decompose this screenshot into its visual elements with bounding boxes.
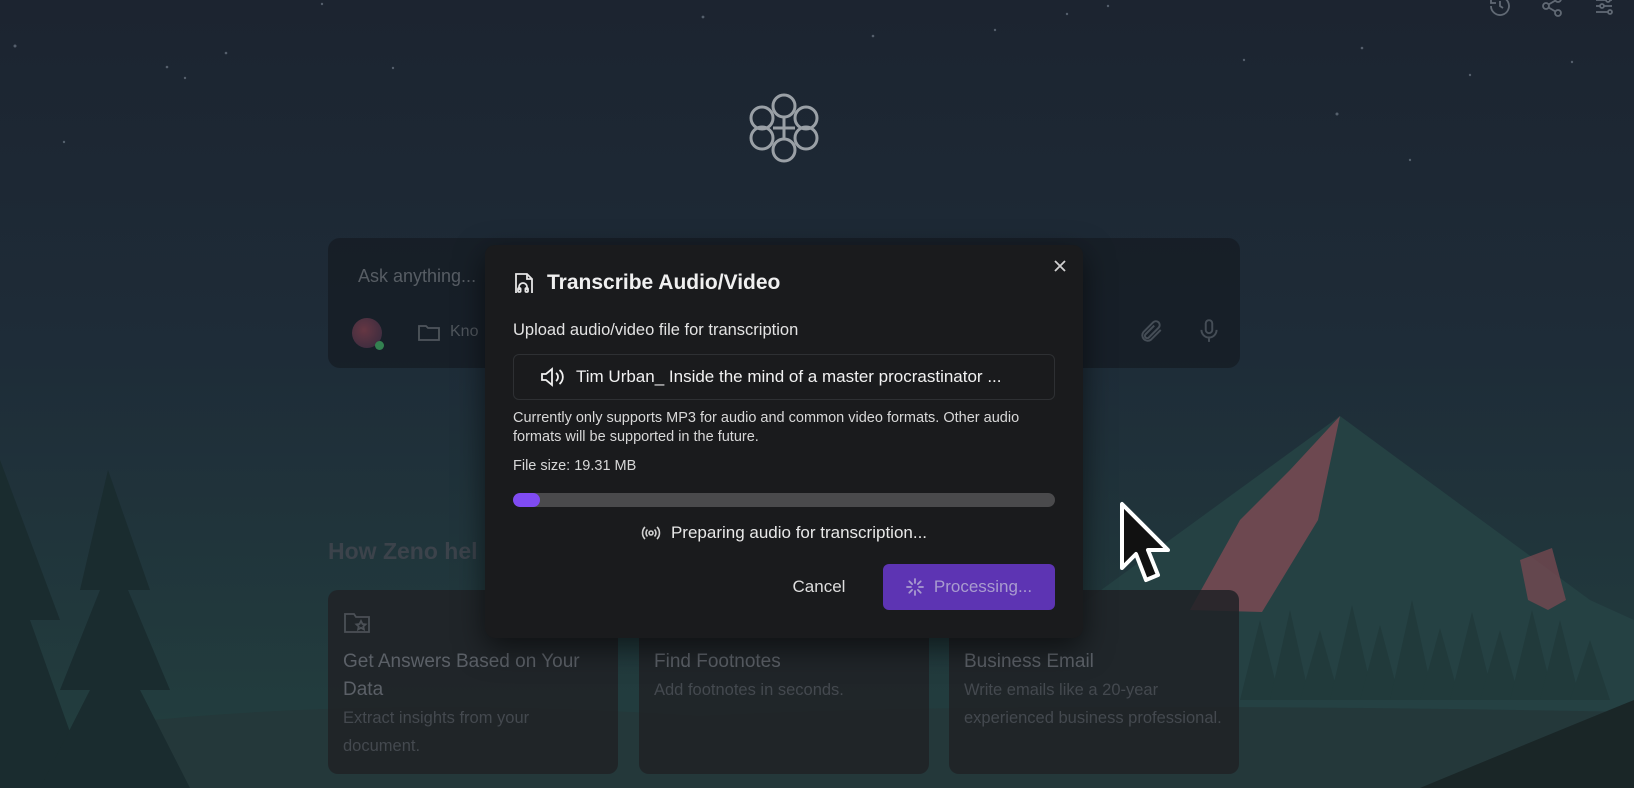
card-title: Business Email: [964, 651, 1094, 672]
zeno-logo: [740, 92, 828, 164]
folder-icon: [418, 325, 440, 341]
file-size: File size: 19.31 MB: [513, 458, 637, 474]
spinner-icon: [905, 578, 924, 596]
transcribe-dialog: Transcribe Audio/Video Upload audio/vide…: [485, 245, 1083, 638]
file-audio-icon: [513, 271, 535, 295]
speaker-icon: [540, 366, 566, 388]
progress-bar: [513, 493, 1055, 507]
progress-fill: [513, 493, 541, 507]
online-indicator: [375, 341, 384, 350]
close-button[interactable]: [1047, 253, 1073, 279]
share-icon[interactable]: [1540, 0, 1564, 18]
knowledge-button[interactable]: Kno: [418, 322, 478, 342]
mouse-cursor-icon: [1118, 500, 1176, 590]
knowledge-label: Kno: [450, 323, 479, 340]
processing-label: Processing...: [933, 577, 1033, 596]
broadcast-icon: [641, 523, 661, 543]
model-avatar[interactable]: [352, 318, 384, 350]
cancel-button[interactable]: Cancel: [773, 564, 865, 610]
selected-file[interactable]: Tim Urban_ Inside the mind of a master p…: [513, 354, 1055, 400]
microphone-icon[interactable]: [1196, 318, 1222, 344]
dialog-subtitle: Upload audio/video file for transcriptio…: [513, 321, 799, 339]
status-row: Preparing audio for transcription...: [485, 523, 1083, 543]
chat-input[interactable]: Ask anything...: [358, 266, 476, 287]
dialog-header: Transcribe Audio/Video: [513, 271, 780, 295]
file-name: Tim Urban_ Inside the mind of a master p…: [576, 367, 1002, 386]
card-description: Write emails like a 20-year experienced …: [964, 681, 1222, 727]
folder-star-icon: [343, 608, 371, 636]
card-description: Add footnotes in seconds.: [654, 681, 844, 699]
format-notice: Currently only supports MP3 for audio an…: [513, 410, 1020, 445]
top-toolbar: [1488, 0, 1616, 18]
dialog-title: Transcribe Audio/Video: [547, 271, 781, 294]
card-description: Extract insights from your document.: [343, 709, 530, 755]
history-icon[interactable]: [1488, 0, 1512, 18]
card-title: Find Footnotes: [654, 651, 781, 672]
settings-sliders-icon[interactable]: [1592, 0, 1616, 18]
paperclip-icon[interactable]: [1138, 318, 1164, 344]
card-title: Get Answers Based on Your Data: [343, 651, 580, 700]
close-icon: [1054, 260, 1066, 272]
section-title: How Zeno hel: [328, 538, 478, 564]
status-text: Preparing audio for transcription...: [670, 523, 928, 542]
processing-button[interactable]: Processing...: [883, 564, 1055, 610]
